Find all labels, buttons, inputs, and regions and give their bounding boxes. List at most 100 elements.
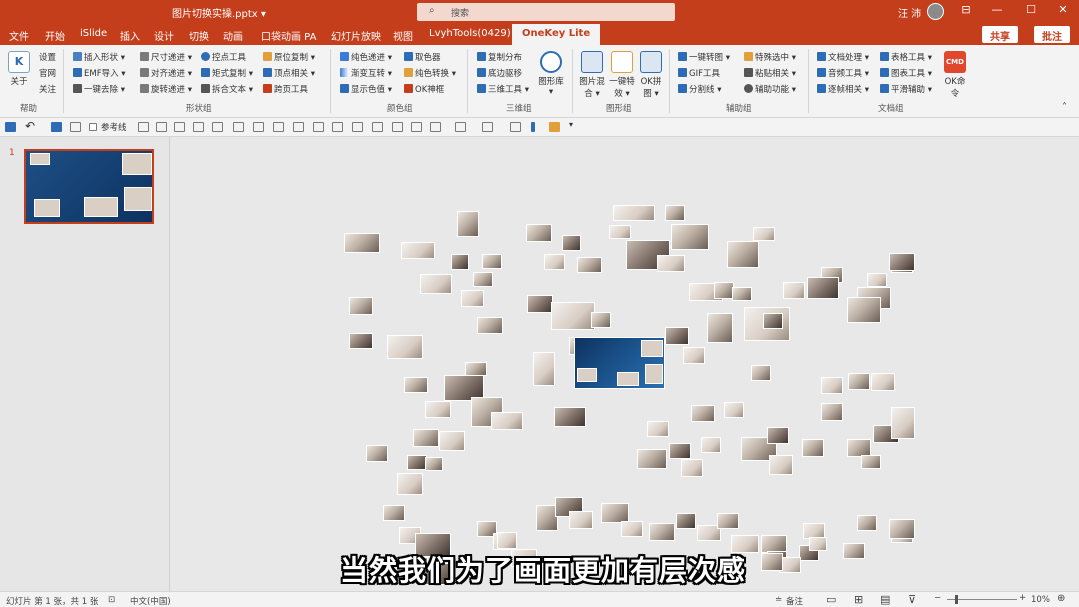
- photo-tile[interactable]: [714, 282, 734, 299]
- photo-tile[interactable]: [665, 327, 689, 345]
- photo-tile[interactable]: [601, 503, 629, 523]
- tab-lvyhtools[interactable]: LvyhTools(0429): [429, 28, 511, 39]
- photo-tile[interactable]: [889, 519, 915, 539]
- photo-tile[interactable]: [671, 224, 709, 250]
- photo-tile[interactable]: [701, 437, 721, 453]
- maximize-button[interactable]: ☐: [1021, 3, 1041, 16]
- photo-tile[interactable]: [751, 365, 771, 381]
- tab-transitions[interactable]: 切换: [189, 28, 209, 43]
- one-click-effect-button[interactable]: 一键特效 ▾: [608, 51, 636, 99]
- guide-checkbox[interactable]: [89, 123, 97, 131]
- photo-tile[interactable]: [344, 233, 380, 253]
- tab-file[interactable]: 文件: [9, 28, 29, 43]
- ok-command-button[interactable]: CMD OK命令: [942, 51, 968, 99]
- slide-canvas[interactable]: [171, 137, 1079, 591]
- photo-tile[interactable]: [451, 254, 469, 270]
- settings-button[interactable]: 设置: [39, 51, 56, 63]
- selection-pane-icon[interactable]: [510, 122, 521, 132]
- one-click-to-image-button[interactable]: 一键转图 ▾: [678, 51, 730, 63]
- crop-icon[interactable]: [392, 122, 403, 132]
- rotate-icon[interactable]: [411, 122, 422, 132]
- marker-icon[interactable]: [531, 122, 535, 132]
- tab-view[interactable]: 视图: [393, 28, 413, 43]
- photo-tile[interactable]: [807, 277, 839, 299]
- photo-tile[interactable]: [657, 255, 685, 272]
- zoom-in-icon[interactable]: +: [1019, 593, 1026, 603]
- undo-icon[interactable]: ↶: [25, 119, 35, 133]
- copy-distribute-button[interactable]: 复制分布: [477, 51, 522, 63]
- photo-tile[interactable]: [439, 431, 465, 451]
- photo-tile[interactable]: [621, 521, 643, 537]
- one-click-remove-button[interactable]: 一键去除 ▾: [73, 83, 125, 95]
- ok-frame-button[interactable]: OK神框: [404, 83, 444, 95]
- smooth-assist-button[interactable]: 平滑辅助 ▾: [880, 83, 932, 95]
- assist-functions-button[interactable]: 辅助功能 ▾: [744, 83, 796, 95]
- send-backward-icon[interactable]: [372, 122, 383, 132]
- reading-view-icon[interactable]: ▤: [880, 593, 890, 606]
- photo-tile[interactable]: [465, 362, 487, 376]
- align-step-button[interactable]: 对齐递进 ▾: [140, 67, 192, 79]
- line-icon[interactable]: [482, 122, 493, 132]
- photo-tile[interactable]: [732, 287, 752, 301]
- photo-tile[interactable]: [753, 227, 775, 241]
- photo-tile[interactable]: [407, 455, 427, 470]
- distribute-horizontal-icon[interactable]: [273, 122, 284, 132]
- photo-tile[interactable]: [387, 335, 423, 359]
- photo-tile[interactable]: [802, 439, 824, 457]
- tab-insert[interactable]: 插入: [120, 28, 140, 43]
- size-step-button[interactable]: 尺寸递进 ▾: [140, 51, 192, 63]
- chart-tools-button[interactable]: 图表工具 ▾: [880, 67, 932, 79]
- zoom-slider-thumb[interactable]: [955, 595, 958, 604]
- tab-onekey-lite[interactable]: OneKey Lite: [512, 24, 601, 45]
- accessibility-icon[interactable]: ⊡: [108, 595, 115, 605]
- gif-tools-button[interactable]: GIF工具: [678, 67, 720, 79]
- photo-tile[interactable]: [889, 253, 915, 271]
- align-right-icon[interactable]: [193, 122, 204, 132]
- photo-tile[interactable]: [349, 297, 373, 315]
- photo-tile[interactable]: [665, 205, 685, 221]
- normal-view-icon[interactable]: ▭: [826, 593, 836, 606]
- solid-color-convert-button[interactable]: 纯色转换 ▾: [404, 67, 456, 79]
- search-box[interactable]: ⌕ 搜索: [417, 3, 675, 21]
- photo-tile[interactable]: [482, 254, 502, 269]
- rotate-step-button[interactable]: 旋转递进 ▾: [140, 83, 192, 95]
- language-indicator[interactable]: 中文(中国): [130, 595, 171, 607]
- photo-tile[interactable]: [783, 282, 805, 299]
- avatar[interactable]: [927, 3, 944, 20]
- tab-design[interactable]: 设计: [154, 28, 174, 43]
- photo-tile[interactable]: [637, 449, 667, 469]
- photo-tile[interactable]: [491, 412, 523, 430]
- photo-tile[interactable]: [871, 373, 895, 391]
- photo-tile[interactable]: [554, 407, 586, 427]
- save-icon[interactable]: [5, 122, 16, 132]
- zoom-level[interactable]: 10%: [1031, 595, 1050, 605]
- photo-tile[interactable]: [769, 455, 793, 475]
- in-place-copy-button[interactable]: 原位复制 ▾: [263, 51, 315, 63]
- bring-forward-icon[interactable]: [352, 122, 363, 132]
- photo-tile[interactable]: [843, 543, 865, 559]
- photo-tile[interactable]: [821, 403, 843, 421]
- photo-tile[interactable]: [527, 295, 553, 313]
- photo-tile[interactable]: [609, 225, 631, 239]
- shape-library-button[interactable]: 图形库 ▾: [537, 51, 565, 97]
- follow-button[interactable]: 关注: [39, 83, 56, 95]
- photo-tile[interactable]: [676, 513, 696, 529]
- slide-sorter-icon[interactable]: ⊞: [854, 593, 863, 606]
- cross-page-button[interactable]: 跨页工具: [263, 83, 308, 95]
- 3d-tools-button[interactable]: 三维工具 ▾: [477, 83, 529, 95]
- photo-tile[interactable]: [847, 297, 881, 323]
- user-name[interactable]: 汪 沛: [898, 5, 921, 20]
- bottom-shift-button[interactable]: 底边驱移: [477, 67, 522, 79]
- fill-icon[interactable]: [430, 122, 441, 132]
- tab-home[interactable]: 开始: [45, 28, 65, 43]
- vertex-button[interactable]: 顶点相关 ▾: [263, 67, 315, 79]
- customize-toolbar-icon[interactable]: ▾: [569, 120, 580, 130]
- photo-tile[interactable]: [457, 211, 479, 237]
- matrix-copy-button[interactable]: 矩式复制 ▾: [201, 67, 253, 79]
- frame-by-frame-button[interactable]: 逐帧相关 ▾: [817, 83, 869, 95]
- distribute-vertical-icon[interactable]: [293, 122, 304, 132]
- paste-related-button[interactable]: 粘贴相关 ▾: [744, 67, 796, 79]
- emf-import-button[interactable]: EMF导入 ▾: [73, 67, 126, 79]
- photo-tile[interactable]: [649, 523, 675, 541]
- solid-color-step-button[interactable]: 纯色递进 ▾: [340, 51, 392, 63]
